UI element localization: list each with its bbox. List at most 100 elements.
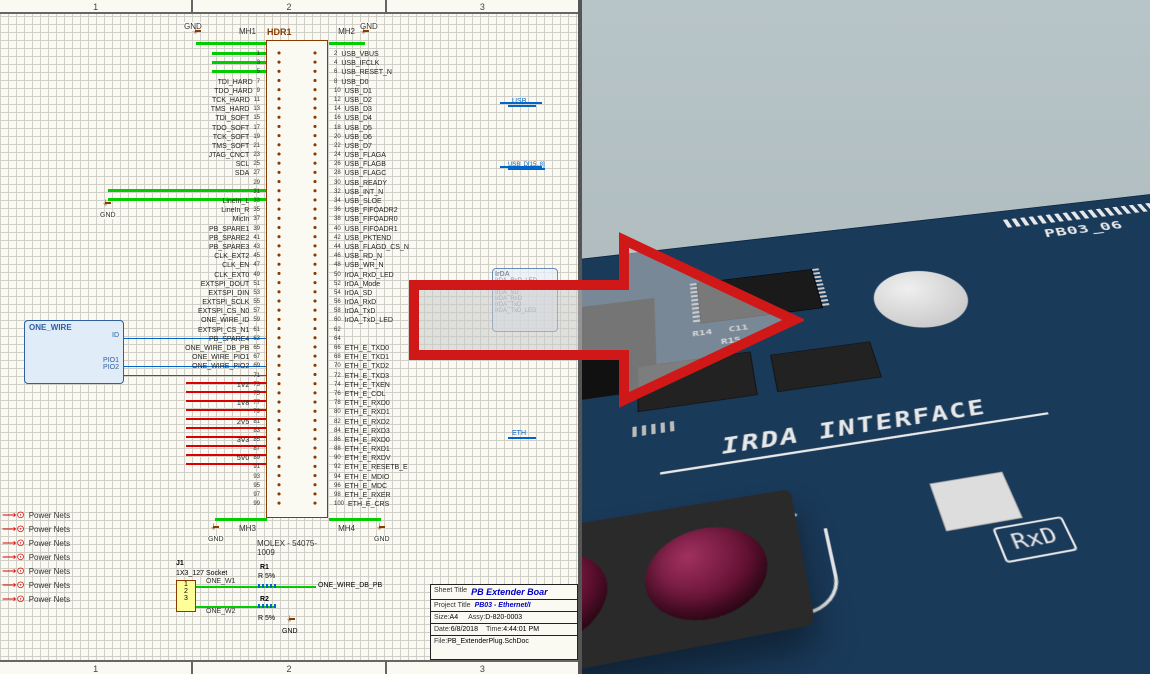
- pin-row[interactable]: 5V089: [136, 454, 260, 463]
- harness-one-wire[interactable]: ONE_WIRE ID PIO1 PIO2: [24, 320, 124, 384]
- pin-row[interactable]: 8USB_D0: [334, 78, 514, 87]
- power-net-port[interactable]: ⟶⊙Power Nets: [2, 578, 70, 592]
- pin-row[interactable]: 74ETH_E_TXEN: [334, 381, 514, 390]
- pin-row[interactable]: 1: [136, 50, 260, 59]
- pin-row[interactable]: ONE_WIRE_PIO269: [136, 362, 260, 371]
- pin-row[interactable]: 16USB_D4: [334, 114, 514, 123]
- pin-row[interactable]: 75: [136, 390, 260, 399]
- pin-row[interactable]: 71: [136, 372, 260, 381]
- pin-row[interactable]: ONE_WIRE_ID59: [136, 316, 260, 325]
- pin-row[interactable]: 3: [136, 59, 260, 68]
- pin-row[interactable]: 58IrDA_TxD: [334, 307, 514, 316]
- pin-row[interactable]: 1V273: [136, 381, 260, 390]
- pin-row[interactable]: 60IrDA_TxD_LED: [334, 316, 514, 325]
- component-j1[interactable]: J1 1X3_127 Socket 1 2 3 ONE_W1 ONE_W2 R1…: [176, 560, 306, 640]
- power-net-port[interactable]: ⟶⊙Power Nets: [2, 550, 70, 564]
- pin-row[interactable]: TDI_SOFT15: [136, 114, 260, 123]
- pin-row[interactable]: 54IrDA_SD: [334, 289, 514, 298]
- pin-row[interactable]: 36USB_FIFOADR2: [334, 206, 514, 215]
- pin-row[interactable]: 94ETH_E_MDIO: [334, 473, 514, 482]
- pin-row[interactable]: TDO_HARD9: [136, 87, 260, 96]
- pin-row[interactable]: 3V385: [136, 436, 260, 445]
- pin-row[interactable]: 14USB_D3: [334, 105, 514, 114]
- pin-row[interactable]: 80ETH_E_RXD1: [334, 408, 514, 417]
- power-net-port[interactable]: ⟶⊙Power Nets: [2, 564, 70, 578]
- pin-row[interactable]: 10USB_D1: [334, 87, 514, 96]
- pin-row[interactable]: 34USB_SLOE: [334, 197, 514, 206]
- pin-row[interactable]: 40USB_FIFOADR1: [334, 225, 514, 234]
- pin-row[interactable]: 31: [136, 188, 260, 197]
- schematic-panel[interactable]: 1 2 3 1 2 3 HDR1 MH1 MH2 MH3 MH4 MOLEX -…: [0, 0, 578, 674]
- pin-row[interactable]: 87: [136, 445, 260, 454]
- pin-row[interactable]: 96ETH_E_MDC: [334, 482, 514, 491]
- component-smd[interactable]: [770, 341, 882, 392]
- component-capacitor[interactable]: [865, 266, 980, 333]
- pin-row[interactable]: 1V877: [136, 399, 260, 408]
- component-ic[interactable]: [696, 269, 823, 324]
- pin-row[interactable]: 100ETH_E_CRS: [334, 500, 514, 509]
- power-net-port[interactable]: ⟶⊙Power Nets: [2, 592, 70, 606]
- pin-row[interactable]: 86ETH_E_RXD0: [334, 436, 514, 445]
- pin-row[interactable]: 20USB_D6: [334, 133, 514, 142]
- pin-row[interactable]: PB_SPARE139: [136, 225, 260, 234]
- title-block[interactable]: Sheet TitlePB Extender Boar Project Titl…: [430, 584, 578, 660]
- pin-row[interactable]: 2V581: [136, 418, 260, 427]
- pin-row[interactable]: 83: [136, 427, 260, 436]
- pin-row[interactable]: 90ETH_E_RXDV: [334, 454, 514, 463]
- pin-row[interactable]: CLK_EN47: [136, 261, 260, 270]
- pin-row[interactable]: 97: [136, 491, 260, 500]
- pin-row[interactable]: CLK_EXT049: [136, 271, 260, 280]
- pin-row[interactable]: JTAG_CNCT23: [136, 151, 260, 160]
- pin-row[interactable]: 12USB_D2: [334, 96, 514, 105]
- pin-row[interactable]: 52IrDA_Mode: [334, 280, 514, 289]
- pin-row[interactable]: PB_SPARE343: [136, 243, 260, 252]
- pin-row[interactable]: 78ETH_E_RXD0: [334, 399, 514, 408]
- pin-row[interactable]: PB_SPARE463: [136, 335, 260, 344]
- pin-row[interactable]: 6USB_RESET_N: [334, 68, 514, 77]
- pin-row[interactable]: 2USB_VBUS: [334, 50, 514, 59]
- pin-row[interactable]: 26USB_FLAGB: [334, 160, 514, 169]
- pin-row[interactable]: TCK_SOFT19: [136, 133, 260, 142]
- pin-row[interactable]: EXTSPI_SCLK55: [136, 298, 260, 307]
- pin-row[interactable]: 22USB_D7: [334, 142, 514, 151]
- pin-row[interactable]: TMS_HARD13: [136, 105, 260, 114]
- pin-row[interactable]: ONE_WIRE_PIO167: [136, 353, 260, 362]
- 3d-viewport[interactable]: PB03_06 IRDA INTERFACE R14 C11 R15 C8 Y1…: [582, 0, 1150, 674]
- pin-row[interactable]: 93: [136, 473, 260, 482]
- pin-row[interactable]: 56IrDA_RxD: [334, 298, 514, 307]
- component-led[interactable]: [929, 472, 1023, 532]
- pin-row[interactable]: 50IrDA_RxD_LED: [334, 271, 514, 280]
- pin-row[interactable]: TMS_SOFT21: [136, 142, 260, 151]
- power-net-port[interactable]: ⟶⊙Power Nets: [2, 536, 70, 550]
- pin-row[interactable]: 72ETH_E_TXD3: [334, 372, 514, 381]
- component-hdr1[interactable]: HDR1 MH1 MH2 MH3 MH4 MOLEX - 54075-1009: [266, 40, 328, 518]
- pin-row[interactable]: 64: [334, 335, 514, 344]
- pin-row[interactable]: 95: [136, 482, 260, 491]
- pin-row[interactable]: PB_SPARE241: [136, 234, 260, 243]
- power-net-port[interactable]: ⟶⊙Power Nets: [2, 522, 70, 536]
- pin-row[interactable]: EXTSPI_DIN53: [136, 289, 260, 298]
- pin-row[interactable]: LineIn_L33: [136, 197, 260, 206]
- port-eth[interactable]: ETH: [508, 430, 536, 439]
- pin-row[interactable]: 76ETH_E_COL: [334, 390, 514, 399]
- pin-row[interactable]: 88ETH_E_RXD1: [334, 445, 514, 454]
- pin-row[interactable]: 28USB_FLAGC: [334, 169, 514, 178]
- pin-row[interactable]: 29: [136, 179, 260, 188]
- pin-row[interactable]: 32USB_INT_N: [334, 188, 514, 197]
- pin-row[interactable]: ONE_WIRE_DB_PB65: [136, 344, 260, 353]
- pin-row[interactable]: 24USB_FLAGA: [334, 151, 514, 160]
- pin-row[interactable]: LineIn_R35: [136, 206, 260, 215]
- pin-row[interactable]: 68ETH_E_TXD1: [334, 353, 514, 362]
- pin-row[interactable]: 38USB_FIFOADR0: [334, 215, 514, 224]
- pin-row[interactable]: SDA27: [136, 169, 260, 178]
- pin-row[interactable]: 4USB_IFCLK: [334, 59, 514, 68]
- pin-row[interactable]: 44USB_FLAGD_CS_N: [334, 243, 514, 252]
- pin-row[interactable]: EXTSPI_CS_N057: [136, 307, 260, 316]
- pin-row[interactable]: EXTSPI_DOUT51: [136, 280, 260, 289]
- pin-row[interactable]: 42USB_PKTEND: [334, 234, 514, 243]
- pcb-board[interactable]: PB03_06 IRDA INTERFACE R14 C11 R15 C8 Y1…: [582, 191, 1150, 674]
- harness-irda[interactable]: IrDA IrDA_RxD_LED IrDA_Mode IrDA_SD IrDA…: [492, 268, 558, 332]
- pin-row[interactable]: 79: [136, 408, 260, 417]
- pin-row[interactable]: CLK_EXT245: [136, 252, 260, 261]
- pin-row[interactable]: 46USB_RD_N: [334, 252, 514, 261]
